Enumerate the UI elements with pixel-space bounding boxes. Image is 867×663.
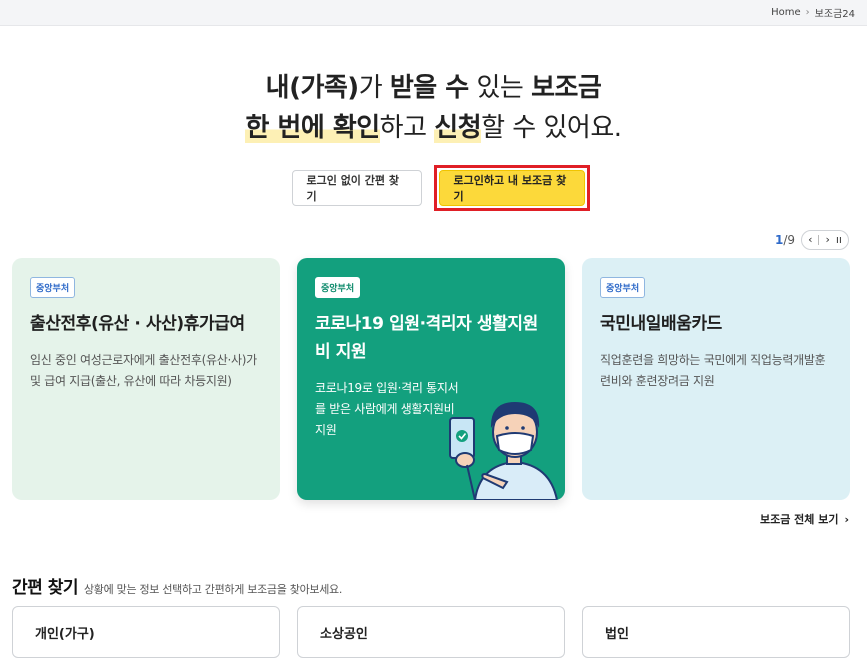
chevron-right-icon[interactable]: › bbox=[825, 231, 829, 249]
carousel-pager: 1/9 ‹ › ıı bbox=[775, 230, 849, 250]
subsidy-carousel: 중앙부처 출산전후(유산 · 사산)휴가급여 임신 중인 여성근로자에게 출산전… bbox=[12, 258, 867, 500]
hero-text: 있는 bbox=[468, 73, 532, 103]
pause-icon[interactable]: ıı bbox=[836, 231, 842, 249]
hero-text: 가 bbox=[358, 73, 390, 103]
login-search-button[interactable]: 로그인하고 내 보조금 찾기 bbox=[438, 170, 585, 206]
view-all-subsidies-link[interactable]: 보조금 전체 보기 › bbox=[760, 511, 849, 527]
section-subtitle: 상황에 맞는 정보 선택하고 간편하게 보조금을 찾아보세요. bbox=[83, 583, 343, 596]
option-corporation[interactable]: 법인 bbox=[582, 606, 850, 658]
card-title: 국민내일배움카드 bbox=[600, 314, 722, 334]
category-tag: 중앙부처 bbox=[30, 277, 76, 298]
category-tag: 중앙부처 bbox=[315, 277, 361, 298]
hero-line-1: 내(가족)가 받을 수 있는 보조금 bbox=[0, 68, 867, 108]
breadcrumb-current[interactable]: 보조금24 bbox=[815, 5, 855, 20]
quick-search-header: 간편 찾기 상황에 맞는 정보 선택하고 간편하게 보조금을 찾아보세요. bbox=[12, 573, 342, 598]
highlight-box: 로그인하고 내 보조금 찾기 bbox=[433, 165, 590, 211]
category-tag: 중앙부처 bbox=[600, 277, 646, 298]
divider bbox=[818, 235, 820, 245]
search-button-row: 로그인 없이 간편 찾기 로그인하고 내 보조금 찾기 bbox=[0, 165, 867, 211]
hero-line-2: 한 번에 확인하고 신청할 수 있어요. bbox=[0, 108, 867, 148]
card-description: 코로나19로 입원·격리 통지서를 받은 사람에게 생활지원비 지원 bbox=[315, 381, 459, 437]
option-small-business[interactable]: 소상공인 bbox=[297, 606, 565, 658]
view-all-label: 보조금 전체 보기 bbox=[759, 513, 839, 526]
hero-headline: 내(가족)가 받을 수 있는 보조금 한 번에 확인하고 신청할 수 있어요. bbox=[0, 68, 867, 148]
subsidy-card[interactable]: 중앙부처 출산전후(유산 · 사산)휴가급여 임신 중인 여성근로자에게 출산전… bbox=[12, 258, 280, 500]
section-title: 간편 찾기 bbox=[12, 578, 78, 598]
hero-text: 하고 bbox=[379, 113, 435, 143]
hero-highlight-text: 한 번에 확인 bbox=[245, 113, 380, 143]
hero-text: 받을 수 bbox=[389, 73, 469, 103]
chevron-left-icon[interactable]: ‹ bbox=[808, 231, 812, 249]
breadcrumb-home[interactable]: Home bbox=[771, 7, 801, 18]
card-description: 임신 중인 여성근로자에게 출산전후(유산·사)가 및 급여 지급(출산, 유산… bbox=[30, 353, 257, 388]
subsidy-card-active[interactable]: 중앙부처 코로나19 입원·격리자 생활지원비 지원 코로나19로 입원·격리 … bbox=[297, 258, 565, 500]
page-total: /9 bbox=[783, 233, 796, 247]
hero-text: 보조금 bbox=[531, 73, 602, 103]
carousel-controls: ‹ › ıı bbox=[801, 230, 849, 250]
card-title: 출산전후(유산 · 사산)휴가급여 bbox=[30, 314, 245, 334]
hero-text: 할 수 있어요. bbox=[481, 113, 622, 143]
hero-highlight-text: 신청 bbox=[434, 113, 482, 143]
card-description: 직업훈련을 희망하는 국민에게 직업능력개발훈련비와 훈련장려금 지원 bbox=[600, 353, 826, 388]
top-bar: Home › 보조금24 bbox=[0, 0, 867, 26]
option-individual[interactable]: 개인(가구) bbox=[12, 606, 280, 658]
guest-search-button[interactable]: 로그인 없이 간편 찾기 bbox=[291, 170, 422, 206]
chevron-right-icon: › bbox=[844, 512, 849, 526]
page-indicator: 1/9 bbox=[775, 233, 795, 247]
subsidy-card[interactable]: 중앙부처 국민내일배움카드 직업훈련을 희망하는 국민에게 직업능력개발훈련비와… bbox=[582, 258, 850, 500]
hero-text: 내(가족) bbox=[265, 73, 360, 103]
person-with-phone-illustration bbox=[449, 402, 559, 500]
chevron-right-icon: › bbox=[805, 7, 810, 18]
card-title: 코로나19 입원·격리자 생활지원비 지원 bbox=[315, 314, 538, 362]
breadcrumb: Home › 보조금24 bbox=[771, 5, 855, 20]
